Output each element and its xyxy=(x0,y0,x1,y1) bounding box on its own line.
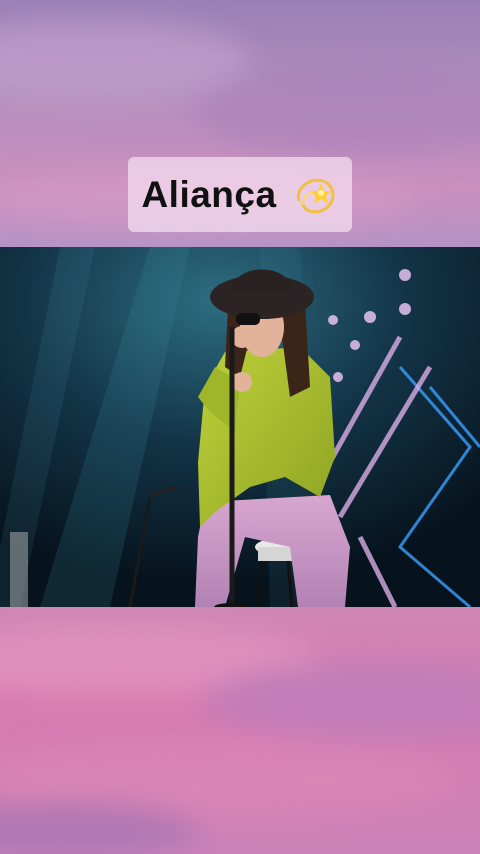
video-player[interactable] xyxy=(0,247,480,607)
song-title: Aliança xyxy=(141,173,277,215)
title-caption: Aliança xyxy=(128,157,352,232)
dizzy-emoji-icon xyxy=(296,178,335,213)
performer-image xyxy=(0,247,480,607)
